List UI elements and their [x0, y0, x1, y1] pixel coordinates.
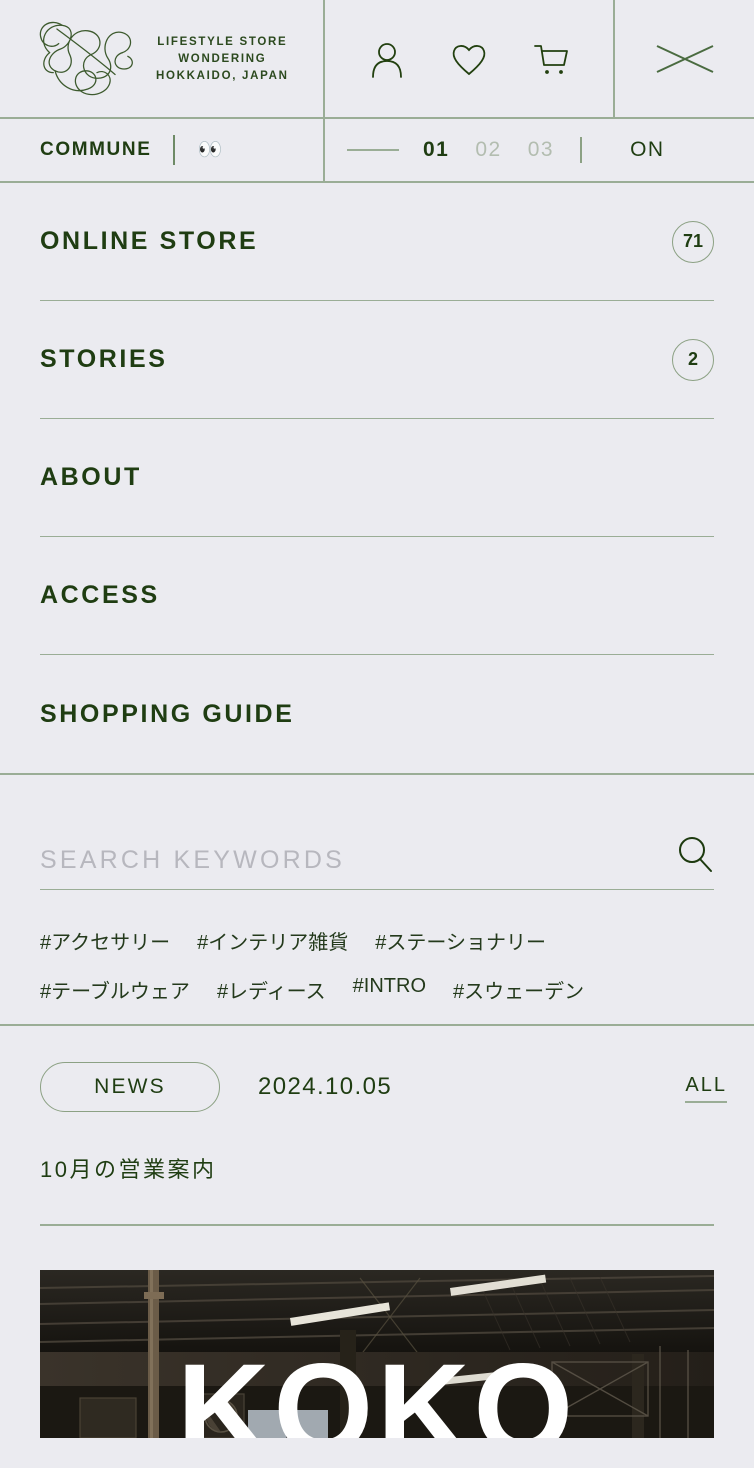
tag-item[interactable]: #テーブルウェア: [40, 975, 190, 1004]
commune-divider: [173, 135, 176, 165]
nav-label: ABOUT: [40, 463, 142, 491]
sub-header-bar: COMMUNE 👀 01 02 03 ON: [0, 119, 754, 183]
squiggle-logo-icon: [39, 21, 133, 95]
site-header: LIFESTYLE STORE WONDERING HOKKAIDO, JAPA…: [0, 0, 754, 119]
nav-badge-count: 71: [672, 220, 714, 263]
brand-line-2: WONDERING: [178, 52, 267, 65]
nav-item-online-store[interactable]: ONLINE STORE 71: [40, 183, 714, 301]
pagination-02[interactable]: 02: [475, 138, 501, 162]
search-row: [40, 835, 714, 890]
account-icon[interactable]: [367, 39, 407, 79]
hero-headline: KOKO: [177, 1338, 577, 1439]
brand-line-1: LIFESTYLE STORE: [157, 35, 288, 48]
tag-item[interactable]: #ステーショナリー: [375, 926, 546, 955]
pagination-01[interactable]: 01: [423, 138, 449, 162]
nav-label: ONLINE STORE: [40, 227, 259, 255]
cart-icon[interactable]: [531, 39, 571, 79]
news-headline[interactable]: 10月の営業案内: [40, 1152, 714, 1184]
nav-label: STORIES: [40, 345, 168, 373]
commune-label[interactable]: COMMUNE: [40, 139, 151, 161]
nav-label: SHOPPING GUIDE: [40, 699, 295, 728]
pagination-03[interactable]: 03: [528, 138, 554, 162]
news-section-divider: [40, 1224, 714, 1226]
progress-dash: [347, 149, 399, 151]
search-section: [0, 775, 754, 890]
commune-block[interactable]: COMMUNE 👀: [0, 119, 325, 181]
tag-item[interactable]: #アクセサリー: [40, 926, 170, 955]
tag-list: #アクセサリー #インテリア雑貨 #ステーショナリー #テーブルウェア #レディ…: [0, 890, 754, 1024]
autoplay-toggle[interactable]: ON: [630, 138, 665, 162]
news-all-link[interactable]: ALL: [685, 1074, 727, 1103]
nav-badge-count: 2: [672, 338, 714, 381]
tag-item[interactable]: #スウェーデン: [453, 975, 584, 1004]
news-date: 2024.10.05: [258, 1073, 393, 1100]
search-icon[interactable]: [676, 835, 714, 875]
brand-block[interactable]: LIFESTYLE STORE WONDERING HOKKAIDO, JAPA…: [0, 0, 325, 117]
search-input[interactable]: [40, 846, 600, 875]
nav-item-about[interactable]: ABOUT: [40, 419, 714, 537]
close-button-cell[interactable]: [615, 0, 754, 117]
tag-item[interactable]: #レディース: [217, 975, 326, 1004]
carousel-controls: 01 02 03 ON: [325, 119, 754, 181]
nav-item-shopping-guide[interactable]: SHOPPING GUIDE: [40, 655, 714, 773]
main-nav: ONLINE STORE 71 STORIES 2 ABOUT ACCESS S…: [0, 183, 754, 773]
news-meta-row: NEWS 2024.10.05: [40, 1062, 714, 1112]
hero-section: KOKO: [0, 1226, 754, 1438]
nav-label: ACCESS: [40, 581, 160, 609]
nav-item-access[interactable]: ACCESS: [40, 537, 714, 655]
news-section: NEWS 2024.10.05 ALL 10月の営業案内: [0, 1026, 754, 1226]
close-icon[interactable]: [654, 42, 716, 76]
tag-item[interactable]: #インテリア雑貨: [197, 926, 348, 955]
page-root: LIFESTYLE STORE WONDERING HOKKAIDO, JAPA…: [0, 0, 754, 1468]
header-utilities: [325, 0, 615, 117]
eyes-icon: 👀: [197, 139, 223, 161]
nav-item-stories[interactable]: STORIES 2: [40, 301, 714, 419]
brand-text: LIFESTYLE STORE WONDERING HOKKAIDO, JAPA…: [156, 36, 289, 82]
news-category-badge[interactable]: NEWS: [40, 1062, 220, 1112]
pagination-divider: [580, 137, 583, 163]
wishlist-heart-icon[interactable]: [449, 39, 489, 79]
brand-line-3: HOKKAIDO, JAPAN: [156, 69, 289, 82]
tag-item[interactable]: #INTRO: [353, 975, 426, 1004]
hero-banner[interactable]: KOKO: [40, 1270, 714, 1438]
